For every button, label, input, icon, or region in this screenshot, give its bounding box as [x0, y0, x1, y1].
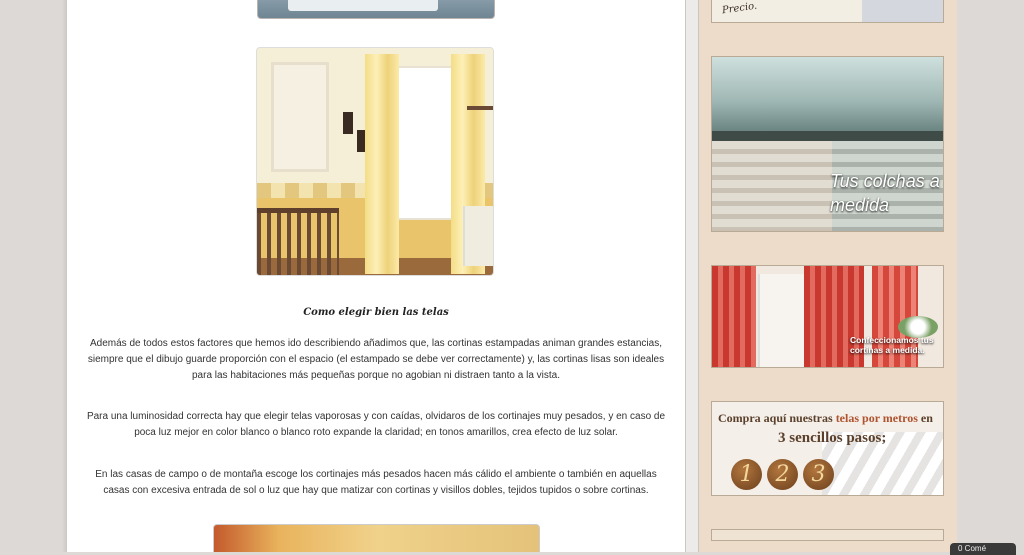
step-3-badge: 3 — [803, 459, 834, 490]
banner-telas-por-metros[interactable]: Compra aquí nuestras telas por metros en… — [711, 401, 944, 496]
article-image-room — [213, 524, 540, 552]
comments-tab[interactable]: 0 Comé — [950, 543, 1016, 555]
banner-precio-label: Precio. — [721, 0, 758, 17]
banner-cortinas-a-medida[interactable]: Confeccionamos tus cortinas a medida. — [711, 265, 944, 368]
banner-next[interactable] — [711, 529, 944, 541]
article-image-bedding — [257, 0, 495, 19]
banner-telas-highlight: telas por metros — [835, 411, 918, 425]
section-heading: Como elegir bien las telas — [303, 307, 449, 318]
banner-precio[interactable]: Precio. mismo — [711, 0, 944, 23]
page-margin — [957, 0, 1024, 552]
article-paragraph: Además de todos estos factores que hemos… — [87, 338, 665, 381]
article-image-nursery-curtains — [256, 47, 494, 276]
article-paragraph: Para una luminosidad correcta hay que el… — [86, 411, 666, 438]
banner-telas-subline: 3 sencillos pasos; — [778, 430, 887, 446]
step-1-badge: 1 — [731, 459, 762, 490]
article-paragraph: En las casas de campo o de montaña escog… — [95, 469, 657, 496]
sidebar: Precio. mismo Tus colchas a medida Confe… — [699, 0, 957, 552]
main-content: Como elegir bien las telas Además de tod… — [67, 0, 685, 552]
banner-cortinas-label: Confeccionamos tus cortinas a medida. — [850, 335, 934, 355]
banner-colchas-a-medida[interactable]: Tus colchas a medida — [711, 56, 944, 232]
column-divider — [685, 0, 699, 552]
banner-telas-headline: Compra aquí nuestras telas por metros en — [718, 411, 933, 425]
banner-precio-label-2: mismo — [764, 0, 797, 2]
step-2-badge: 2 — [767, 459, 798, 490]
banner-colchas-label: Tus colchas a medida — [830, 171, 940, 215]
